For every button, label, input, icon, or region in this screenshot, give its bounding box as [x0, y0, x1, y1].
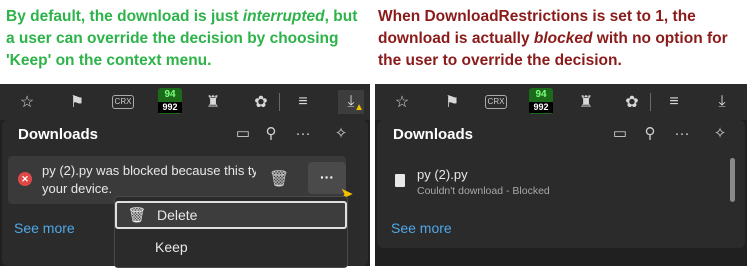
search-icon[interactable]: ⚲: [639, 122, 661, 144]
download-message-line2: your device.: [42, 181, 113, 196]
pin-icon[interactable]: ✧: [330, 122, 352, 144]
favorites-add-icon[interactable]: ☆: [14, 90, 40, 114]
badge-top-label: 94: [535, 89, 547, 100]
caption-right: When DownloadRestrictions is set to 1, t…: [378, 6, 743, 72]
download-message-line1: py (2).py was blocked because this type: [42, 163, 256, 178]
favorites-list-icon[interactable]: ≡: [290, 90, 316, 114]
open-folder-icon[interactable]: ▭: [232, 122, 254, 144]
open-folder-icon[interactable]: ▭: [609, 122, 631, 144]
file-icon: [395, 174, 405, 187]
badge-count: 992: [529, 102, 553, 113]
crx-label: CRX: [111, 95, 135, 109]
crx-extension-icon[interactable]: CRX: [110, 90, 136, 114]
crx-extension-icon[interactable]: CRX: [483, 90, 509, 114]
trash-icon[interactable]: 🗑: [268, 168, 290, 190]
see-more-link[interactable]: See more: [14, 220, 75, 236]
caption-right-emphasis: blocked: [533, 30, 593, 47]
more-options-icon[interactable]: ···: [292, 122, 314, 144]
error-icon: ✕: [18, 172, 32, 186]
browser-toolbar: ☆ ⚑ CRX 94 992 ♜ ✿ ≡ ⤓: [375, 84, 747, 120]
caption-left-text-1: By default, the download is just: [6, 8, 243, 25]
flag-icon[interactable]: ⚑: [64, 90, 90, 114]
scrollbar[interactable]: [730, 158, 735, 202]
downloads-title: Downloads: [18, 126, 99, 143]
trash-icon: 🗑: [127, 207, 147, 224]
extension-icon[interactable]: ♜: [573, 90, 599, 114]
toolbar-separator: [279, 93, 280, 111]
download-status: Couldn't download - Blocked: [417, 185, 550, 197]
downloads-title: Downloads: [393, 126, 474, 143]
search-icon[interactable]: ⚲: [260, 122, 282, 144]
more-options-icon[interactable]: ···: [671, 122, 693, 144]
flag-icon[interactable]: ⚑: [439, 90, 465, 114]
extension-badge[interactable]: 94 992: [158, 88, 182, 114]
badge-top-label: 94: [164, 89, 176, 100]
menu-delete-label: Delete: [157, 207, 198, 223]
pin-icon[interactable]: ✧: [709, 122, 731, 144]
puzzle-extensions-icon[interactable]: ✿: [619, 90, 645, 114]
see-more-link[interactable]: See more: [391, 220, 452, 236]
right-screenshot: ☆ ⚑ CRX 94 992 ♜ ✿ ≡ ⤓ Downloads ▭ ⚲ ··· …: [375, 84, 747, 266]
extension-icon[interactable]: ♜: [200, 90, 226, 114]
caption-left-emphasis: interrupted: [242, 8, 325, 25]
toolbar-separator: [650, 93, 651, 111]
menu-keep-label: Keep: [155, 239, 188, 255]
caption-left: By default, the download is just interru…: [6, 6, 366, 72]
downloads-icon[interactable]: ⤓: [709, 90, 735, 114]
badge-count: 992: [158, 102, 182, 113]
favorites-add-icon[interactable]: ☆: [389, 90, 415, 114]
puzzle-extensions-icon[interactable]: ✿: [248, 90, 274, 114]
extension-badge[interactable]: 94 992: [529, 88, 553, 114]
item-more-label: ···: [320, 169, 334, 185]
crx-label: CRX: [484, 95, 508, 109]
context-menu: 🗑 Delete Keep: [114, 196, 348, 268]
download-file-name[interactable]: py (2).py: [417, 166, 468, 183]
favorites-list-icon[interactable]: ≡: [661, 90, 687, 114]
browser-toolbar: ☆ ⚑ CRX 94 992 ♜ ✿ ≡ ⤓ ▲: [0, 84, 370, 120]
menu-item-keep[interactable]: Keep: [115, 233, 347, 261]
warning-icon: ▲: [354, 102, 364, 113]
menu-item-delete[interactable]: 🗑 Delete: [115, 201, 347, 229]
downloads-icon[interactable]: ⤓ ▲: [338, 90, 364, 114]
